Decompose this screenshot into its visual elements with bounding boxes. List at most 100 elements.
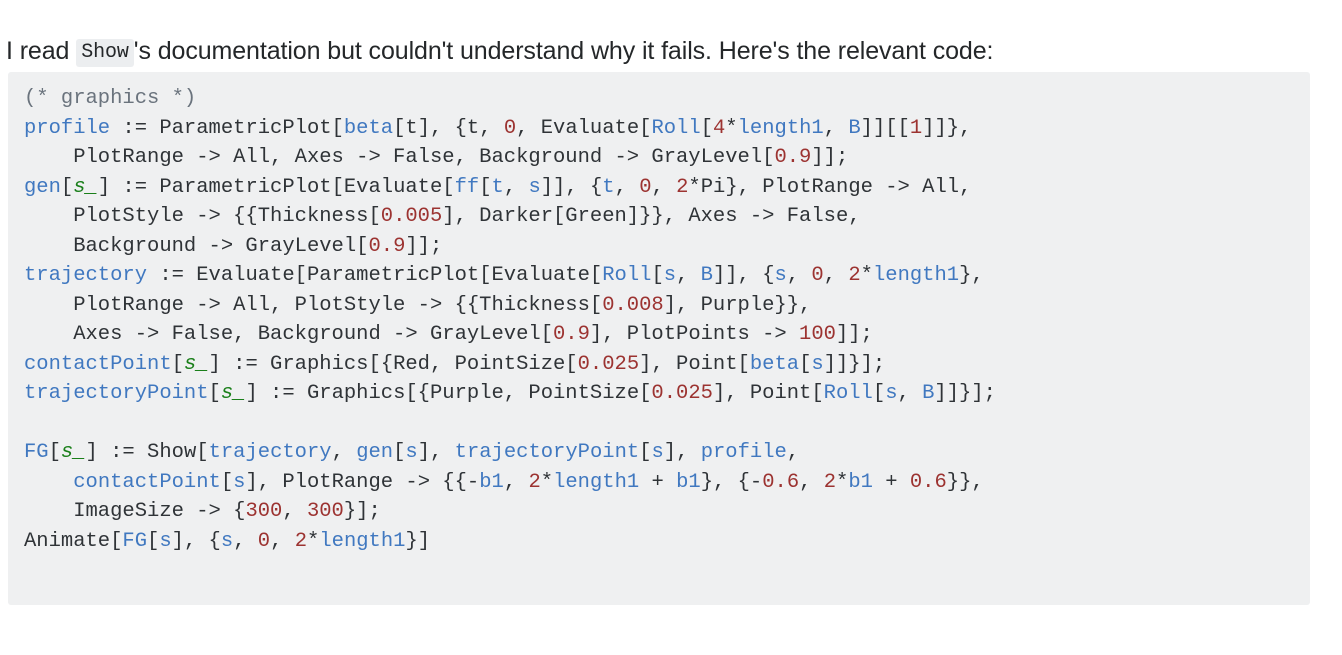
code-token-plain: Animate[ — [24, 529, 123, 553]
inline-code-show: Show — [76, 39, 134, 67]
intro-paragraph: I read Show's documentation but couldn't… — [0, 25, 1342, 69]
code-token-num: 0.6 — [909, 470, 947, 494]
code-token-ident: B — [922, 382, 935, 405]
code-token-plain: , Evaluate[ — [516, 116, 652, 140]
code-token-ident: trajectoryPoint — [24, 382, 209, 405]
code-token-num: 100 — [799, 323, 836, 346]
code-token-num: 0 — [257, 529, 271, 553]
code-token-plain: , — [786, 264, 812, 287]
code-line: Animate[FG[s], {s, 0, 2*length1}] — [24, 530, 430, 553]
code-token-ident: s — [774, 264, 787, 287]
code-token-ident: s — [528, 175, 541, 199]
code-token-plain: ], { — [171, 529, 221, 553]
code-block[interactable]: (* graphics *) profile := ParametricPlot… — [8, 72, 1310, 605]
code-token-plain: [ — [872, 382, 886, 405]
code-token-plain: ], Purple}}, — [663, 293, 812, 317]
code-token-plain: , — [503, 470, 529, 494]
code-line: Background -> GrayLevel[0.9]]; — [24, 235, 442, 258]
code-token-pattern: s_ — [220, 382, 246, 405]
code-token-plain: , — [651, 175, 677, 199]
code-token-num: 0 — [639, 175, 652, 199]
code-token-ident: B — [700, 264, 713, 287]
code-token-ident: trajectory — [208, 441, 332, 464]
code-token-plain: * — [860, 264, 873, 287]
code-token-plain: [ — [799, 352, 812, 376]
code-token-ident: s — [233, 470, 246, 494]
code-token-plain: [ — [639, 441, 652, 464]
code-token-pattern: s_ — [73, 175, 98, 199]
code-token-plain: := ParametricPlot[ — [110, 116, 344, 140]
code-token-ident: Roll — [823, 382, 873, 405]
code-token-plain: Axes -> False, Background -> GrayLevel[ — [24, 323, 553, 346]
code-token-plain: , — [614, 175, 640, 199]
code-token-num: 2 — [823, 470, 837, 494]
code-line: PlotRange -> All, PlotStyle -> {{Thickne… — [24, 294, 811, 317]
code-token-ident: beta — [343, 116, 394, 140]
code-token-plain: , — [676, 264, 701, 287]
intro-text-before: I read — [6, 37, 77, 65]
code-content: (* graphics *) profile := ParametricPlot… — [8, 72, 1310, 568]
code-token-ident: s — [885, 382, 898, 405]
code-token-plain: * — [836, 470, 849, 494]
code-token-ident: s — [220, 529, 234, 553]
code-token-num: 0.025 — [577, 352, 640, 376]
code-token-ident: contactPoint — [73, 470, 221, 494]
code-token-num: 2 — [294, 529, 308, 553]
code-token-plain: }, — [959, 264, 984, 287]
code-token-plain: [ — [651, 264, 664, 287]
code-token-ident: Roll — [651, 116, 701, 140]
code-token-plain: , — [503, 175, 529, 199]
code-token-ident: s — [405, 441, 418, 464]
code-token-comment: (* graphics *) — [24, 87, 197, 110]
code-token-ident: s — [159, 529, 172, 553]
code-token-plain: ]], { — [712, 264, 775, 287]
code-token-ident: contactPoint — [24, 352, 172, 376]
code-line: Axes -> False, Background -> GrayLevel[0… — [24, 323, 873, 346]
intro-text-after: 's documentation but couldn't understand… — [133, 37, 994, 65]
code-token-plain: ], PlotPoints -> — [589, 323, 800, 346]
code-token-ident: FG — [122, 529, 148, 553]
code-token-plain: [ — [208, 382, 221, 405]
code-token-ident: length1 — [737, 116, 824, 140]
code-token-plain: [ — [147, 529, 160, 553]
code-token-num: 300 — [306, 500, 344, 523]
code-token-pattern: s_ — [60, 441, 86, 464]
code-token-plain: }]; — [343, 500, 381, 523]
code-token-plain: , — [799, 470, 824, 494]
code-line: gen[s_] := ParametricPlot[Evaluate[ff[t,… — [24, 176, 971, 199]
code-line: PlotStyle -> {{Thickness[0.005], Darker[… — [24, 205, 860, 228]
code-token-plain: [t], {t, — [393, 116, 504, 140]
code-token-plain: [ — [700, 116, 713, 140]
code-token-ident: FG — [24, 441, 49, 464]
code-token-ident: b1 — [848, 470, 873, 494]
code-token-ident: length1 — [319, 529, 406, 553]
code-token-plain: , — [233, 529, 258, 553]
code-token-plain: , — [897, 382, 923, 405]
code-token-plain: , — [786, 441, 800, 464]
code-line: trajectoryPoint[s_] := Graphics[{Purple,… — [24, 382, 996, 405]
code-token-ident: s — [811, 352, 824, 376]
code-line: (* graphics *) — [24, 87, 196, 110]
code-token-plain: ], Point[ — [639, 352, 750, 376]
code-token-plain: + — [639, 470, 677, 494]
code-token-num: 0.9 — [774, 146, 812, 169]
code-token-plain: [ — [48, 441, 61, 464]
code-token-plain: ] := ParametricPlot[Evaluate[ — [97, 175, 455, 199]
code-token-plain: , — [823, 116, 849, 140]
code-token-plain: , — [270, 529, 295, 553]
code-token-plain: PlotRange -> All, Axes -> False, Backgro… — [24, 146, 775, 169]
code-token-plain: + — [872, 470, 910, 494]
code-token-plain: , — [282, 500, 307, 523]
code-token-plain: [ — [171, 352, 184, 376]
code-token-ident: t — [491, 175, 504, 199]
code-token-plain: PlotRange -> All, PlotStyle -> {{Thickne… — [24, 293, 603, 317]
code-token-plain: ImageSize -> { — [24, 500, 246, 523]
code-token-num: 0.9 — [553, 323, 590, 346]
code-line: FG[s_] := Show[trajectory, gen[s], traje… — [24, 441, 799, 464]
code-token-ident: ff — [454, 175, 480, 199]
code-token-num: 2 — [528, 470, 541, 494]
code-token-num: 0.9 — [368, 234, 406, 258]
code-token-plain: , — [331, 441, 357, 464]
code-token-ident: gen — [24, 175, 61, 199]
